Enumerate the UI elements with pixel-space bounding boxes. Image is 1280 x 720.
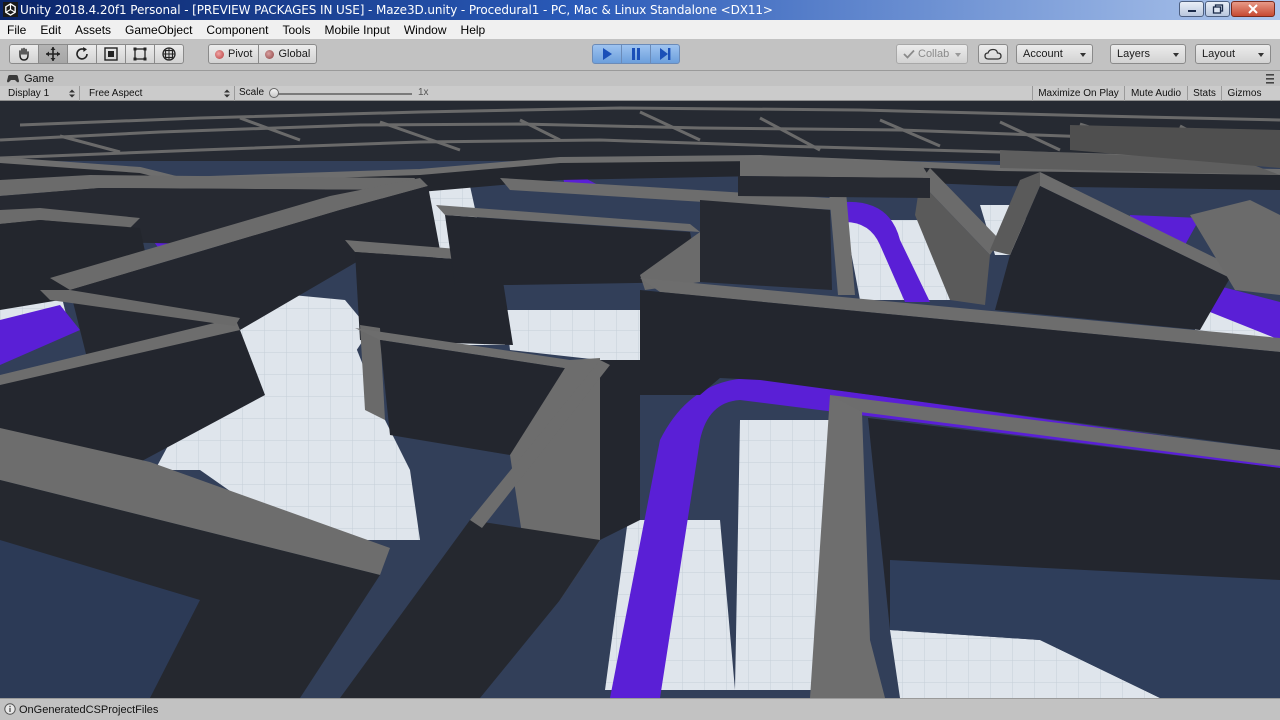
playback-controls [592,44,680,64]
display-label: Display 1 [8,88,50,99]
close-button[interactable] [1231,1,1275,17]
transform-tool-icon [162,47,176,61]
play-button[interactable] [592,44,622,64]
step-button[interactable] [650,44,680,64]
layout-label: Layout [1202,48,1236,60]
status-message: OnGeneratedCSProjectFiles [19,704,159,716]
transform-tools [9,44,184,64]
mute-audio-toggle[interactable]: Mute Audio [1124,86,1187,101]
aspect-dropdown[interactable]: Free Aspect [81,86,235,101]
cloud-icon [984,48,1002,60]
hand-tool-button[interactable] [9,44,39,64]
move-tool-button[interactable] [38,44,68,64]
collab-label: Collab [918,48,950,60]
pivot-label: Pivot [228,48,253,60]
unity-editor-window: Unity 2018.4.20f1 Personal - [PREVIEW PA… [0,0,1280,720]
pivot-toggles: Pivot Global [208,44,318,64]
layout-caret-icon [1258,53,1264,57]
restore-button[interactable] [1205,1,1230,17]
account-label: Account [1023,48,1063,60]
info-icon [4,703,16,715]
main-toolbar: Pivot Global Collab Account Layers Layou… [0,39,1280,70]
menu-mobile-input[interactable]: Mobile Input [317,23,396,37]
pause-button[interactable] [621,44,651,64]
collab-check-icon [903,49,915,59]
game-tab-label: Game [24,72,54,85]
restore-icon [1212,4,1223,14]
collab-dropdown[interactable]: Collab [896,44,968,64]
menu-tools[interactable]: Tools [275,23,317,37]
rect-tool-icon [133,47,147,61]
game-view-controls: Display 1 Free Aspect Scale 1x Maximize … [0,86,1280,101]
global-icon [265,49,275,59]
unity-logo-icon [3,2,18,17]
minimize-icon [1187,10,1196,12]
display-dropdown[interactable]: Display 1 [0,86,80,101]
game-viewport[interactable] [0,101,1280,698]
display-caret-icon [69,89,75,98]
pivot-button[interactable]: Pivot [208,44,260,64]
maze-render [0,101,1280,698]
rotate-icon [76,47,88,60]
scale-value: 1x [418,87,429,98]
minimize-button[interactable] [1179,1,1204,17]
step-icon [660,48,671,60]
mute-audio-label: Mute Audio [1130,88,1182,99]
scale-slider-track[interactable] [272,93,412,95]
title-bar: Unity 2018.4.20f1 Personal - [PREVIEW PA… [0,0,1280,20]
cloud-button[interactable] [978,44,1008,64]
rotate-tool-button[interactable] [67,44,97,64]
global-button[interactable]: Global [258,44,318,64]
scale-label: Scale [239,87,265,98]
window-controls [1178,1,1275,17]
layers-dropdown[interactable]: Layers [1110,44,1186,64]
menu-window[interactable]: Window [397,23,454,37]
menu-assets[interactable]: Assets [68,23,118,37]
collab-caret-icon [955,53,961,57]
layers-label: Layers [1117,48,1151,60]
gizmos-label: Gizmos [1227,88,1262,99]
panel-menu-icon[interactable] [1266,74,1274,84]
game-controller-icon [7,74,19,82]
menu-help[interactable]: Help [454,23,493,37]
menu-bar: File Edit Assets GameObject Component To… [0,20,1280,39]
close-icon [1248,4,1258,14]
game-tab-bar: Game [0,70,1280,86]
scale-slider-thumb[interactable] [269,88,279,98]
maximize-on-play-toggle[interactable]: Maximize On Play [1032,86,1124,101]
menu-file[interactable]: File [0,23,33,37]
menu-component[interactable]: Component [199,23,275,37]
pivot-icon [215,49,224,59]
account-caret-icon [1080,53,1086,57]
window-title: Unity 2018.4.20f1 Personal - [PREVIEW PA… [20,3,773,17]
maximize-on-play-label: Maximize On Play [1038,88,1119,99]
aspect-caret-icon [224,89,230,98]
status-bar: OnGeneratedCSProjectFiles [0,698,1280,720]
aspect-label: Free Aspect [89,88,143,99]
layers-caret-icon [1173,53,1179,57]
pause-icon [632,48,640,60]
layout-dropdown[interactable]: Layout [1195,44,1271,64]
hand-icon [19,47,29,61]
menu-edit[interactable]: Edit [33,23,68,37]
rect-tool-button[interactable] [125,44,155,64]
transform-tool-button[interactable] [154,44,184,64]
gizmos-dropdown[interactable]: Gizmos [1221,86,1267,101]
scale-tool-button[interactable] [96,44,126,64]
tab-game[interactable]: Game [0,71,54,86]
stats-toggle[interactable]: Stats [1187,86,1221,101]
global-label: Global [278,48,311,60]
stats-label: Stats [1193,88,1216,99]
menu-gameobject[interactable]: GameObject [118,23,199,37]
play-icon [603,48,612,60]
move-icon [46,47,60,61]
account-dropdown[interactable]: Account [1016,44,1093,64]
scale-icon [104,47,118,61]
